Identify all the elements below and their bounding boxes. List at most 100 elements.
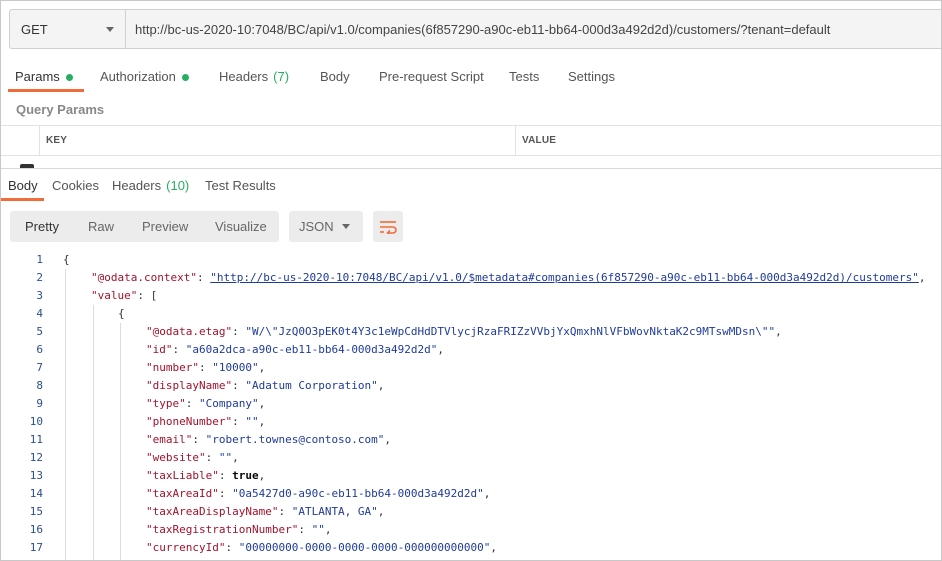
json-string: "" — [245, 415, 259, 428]
response-tabs: Body Cookies Headers (10) Test Results — [1, 169, 941, 203]
code-line: 8 "displayName": "Adatum Corporation", — [1, 377, 941, 395]
line-number: 17 — [29, 541, 43, 554]
json-punctuation: : — [172, 343, 186, 356]
code-line: 2 "@odata.context": "http://bc-us-2020-10… — [1, 269, 941, 287]
json-key: "displayName" — [146, 379, 233, 392]
code-text: "displayName": "Adatum Corporation", — [146, 377, 384, 395]
json-punctuation: { — [63, 253, 70, 266]
json-punctuation: , — [775, 325, 782, 338]
json-punctuation: : — [225, 541, 239, 554]
code-text: "@odata.context": "http://bc-us-2020-10:… — [91, 269, 925, 287]
tab-test-results[interactable]: Test Results — [205, 169, 276, 201]
tab-response-body[interactable]: Body — [1, 169, 44, 201]
json-string: "00000000-0000-0000-0000-000000000000" — [238, 541, 491, 554]
checkbox-column-header — [1, 126, 40, 156]
format-toolbar: Pretty Raw Preview Visualize JSON — [10, 211, 403, 242]
json-punctuation: : — [232, 325, 246, 338]
json-string: "a60a2dca-a90c-eb11-bb64-000d3a492d2d" — [185, 343, 438, 356]
chevron-down-icon — [342, 224, 350, 229]
json-punctuation: , — [918, 271, 926, 284]
line-number: 14 — [29, 487, 43, 500]
tab-response-headers[interactable]: Headers (10) — [112, 169, 189, 201]
code-text: "@odata.etag": "W/\"JzQ0O3pEK0t4Y3c1eWpC… — [146, 323, 782, 341]
code-line: 6 "id": "a60a2dca-a90c-eb11-bb64-000d3a49… — [1, 341, 941, 359]
code-text: "currencyId": "00000000-0000-0000-0000-0… — [146, 539, 497, 557]
code-line: 12 "website": "", — [1, 449, 941, 467]
code-text: "taxLiable": true, — [146, 467, 265, 485]
tab-params[interactable]: Params — [8, 63, 84, 92]
tab-label: Body — [320, 69, 350, 84]
tab-headers[interactable]: Headers (7) — [219, 63, 289, 92]
line-number: 16 — [29, 523, 43, 536]
headers-count: (10) — [166, 178, 190, 193]
method-select[interactable]: GET — [9, 9, 125, 49]
json-punctuation: , — [483, 487, 491, 500]
code-text: "phoneNumber": "", — [146, 413, 265, 431]
json-punctuation: : — [298, 523, 312, 536]
response-code-viewer[interactable]: 1 {2 "@odata.context": "http://bc-us-2020-… — [1, 251, 941, 560]
json-punctuation: : — [185, 397, 199, 410]
json-link[interactable]: "http://bc-us-2020-10:7048/BC/api/v1.0/$… — [210, 271, 919, 284]
json-key: "taxAreaId" — [146, 487, 219, 500]
preview-button[interactable]: Preview — [127, 211, 201, 242]
tab-label: Headers — [112, 178, 162, 193]
line-number: 8 — [36, 379, 43, 392]
line-number: 1 — [36, 253, 43, 266]
key-column-header: KEY — [40, 126, 516, 156]
code-text: "number": "10000", — [146, 359, 265, 377]
json-string: "robert.townes@contoso.com" — [205, 433, 385, 446]
json-punctuation: , — [258, 361, 266, 374]
code-text: "value": [ — [91, 287, 157, 305]
json-string: "0a5427d0-a90c-eb11-bb64-000d3a492d2d" — [232, 487, 484, 500]
line-number: 13 — [29, 469, 43, 482]
visualize-button[interactable]: Visualize — [201, 211, 279, 242]
code-line: 13 "taxLiable": true, — [1, 467, 941, 485]
json-key: "type" — [146, 397, 186, 410]
tab-tests[interactable]: Tests — [509, 63, 539, 92]
line-number: 10 — [29, 415, 43, 428]
json-punctuation: , — [258, 397, 266, 410]
tab-settings[interactable]: Settings — [568, 63, 615, 92]
json-string: "" — [311, 523, 325, 536]
language-select[interactable]: JSON — [289, 211, 363, 242]
raw-button[interactable]: Raw — [73, 211, 127, 242]
tab-body[interactable]: Body — [320, 63, 350, 92]
json-punctuation: : — [198, 361, 213, 374]
wrap-lines-button[interactable] — [373, 211, 403, 242]
tab-authorization[interactable]: Authorization — [100, 63, 189, 92]
json-punctuation: , — [384, 433, 392, 446]
code-line: 16 "taxRegistrationNumber": "", — [1, 521, 941, 539]
json-key: "taxRegistrationNumber" — [146, 523, 299, 536]
json-key: "website" — [146, 451, 206, 464]
json-key: "currencyId" — [146, 541, 226, 554]
json-boolean: true — [232, 469, 259, 482]
json-punctuation: , — [258, 469, 266, 482]
line-number: 3 — [36, 289, 43, 302]
line-number: 6 — [36, 343, 43, 356]
json-punctuation: : — [218, 487, 233, 500]
json-punctuation: , — [232, 451, 239, 464]
tab-label: Settings — [568, 69, 615, 84]
json-punctuation: , — [377, 379, 385, 392]
tab-label: Tests — [509, 69, 540, 84]
line-number: 9 — [36, 397, 43, 410]
tab-pre-request-script[interactable]: Pre-request Script — [379, 63, 484, 92]
code-text: { — [63, 251, 70, 269]
json-key: "id" — [146, 343, 173, 356]
line-number: 2 — [36, 271, 43, 284]
json-punctuation: , — [490, 541, 498, 554]
method-label: GET — [21, 21, 48, 37]
json-key: "@odata.etag" — [146, 325, 233, 338]
response-pane: Body Cookies Headers (10) Test Results Pr… — [1, 168, 941, 560]
json-string: "W/\"JzQ0O3pEK0t4Y3c1eWpCdHdDTVlycjRzaFR… — [245, 325, 776, 338]
url-input[interactable]: http://bc-us-2020-10:7048/BC/api/v1.0/co… — [125, 9, 941, 49]
code-line: 4{ — [1, 305, 941, 323]
code-text: "type": "Company", — [146, 395, 265, 413]
pretty-button[interactable]: Pretty — [10, 211, 73, 242]
json-key: "number" — [146, 361, 199, 374]
json-punctuation: , — [324, 523, 332, 536]
code-text: { — [118, 305, 125, 323]
tab-cookies[interactable]: Cookies — [52, 169, 99, 201]
tab-label: Headers — [219, 69, 269, 84]
json-string: "Adatum Corporation" — [245, 379, 378, 392]
